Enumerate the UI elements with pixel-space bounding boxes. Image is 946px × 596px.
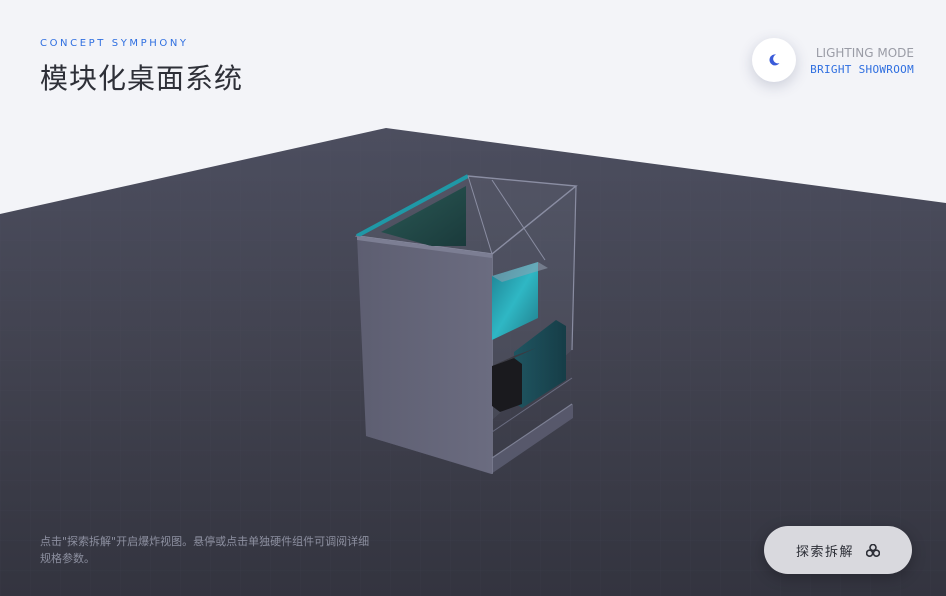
desk-model[interactable]	[354, 174, 578, 474]
page-title: 模块化桌面系统	[40, 62, 244, 95]
explode-view-button[interactable]: 探索拆解	[764, 526, 912, 574]
lighting-mode-label: LIGHTING MODE	[815, 46, 914, 60]
explode-button-label: 探索拆解	[795, 544, 854, 560]
lighting-mode-toggle[interactable]	[752, 38, 796, 82]
explode-icon	[866, 543, 880, 557]
page-header: CONCEPT SYMPHONY 模块化桌面系统	[40, 38, 243, 97]
instruction-hint: 点击"探索拆解"开启爆炸视图。悬停或点击单独硬件组件可调阅详细规格参数。	[40, 535, 370, 565]
cpu-box[interactable]	[492, 358, 522, 412]
moon-icon	[767, 53, 781, 67]
desk-side-panel[interactable]	[357, 236, 492, 474]
lighting-mode-info: LIGHTING MODE BRIGHT SHOWROOM	[810, 46, 914, 76]
brand-eyebrow: CONCEPT SYMPHONY	[40, 38, 189, 49]
lighting-mode-value: BRIGHT SHOWROOM	[810, 63, 914, 76]
